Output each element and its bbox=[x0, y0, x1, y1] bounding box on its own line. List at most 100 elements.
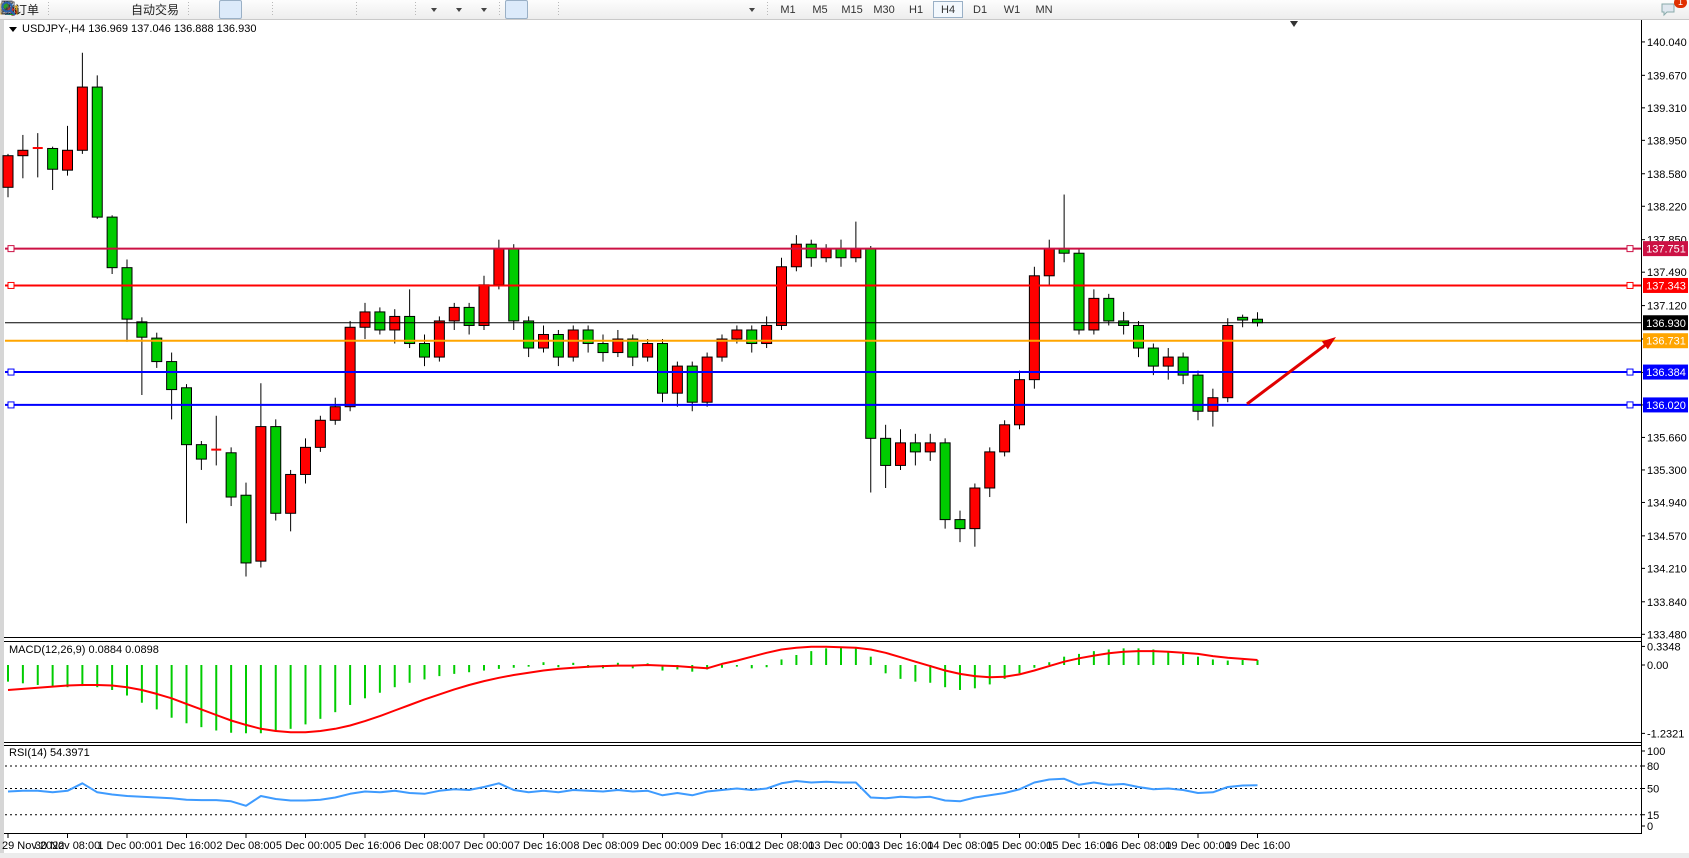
svg-text:13 Dec 16:00: 13 Dec 16:00 bbox=[868, 840, 933, 852]
horn-button[interactable] bbox=[54, 0, 77, 19]
autoscroll-button[interactable] bbox=[362, 0, 385, 19]
line-handle[interactable] bbox=[8, 282, 14, 288]
label-button[interactable]: T bbox=[714, 0, 737, 19]
arrows-button[interactable] bbox=[739, 0, 762, 19]
svg-text:50: 50 bbox=[1647, 784, 1659, 796]
search-icon bbox=[0, 0, 17, 17]
line-handle[interactable] bbox=[8, 369, 14, 375]
svg-text:15 Dec 16:00: 15 Dec 16:00 bbox=[1046, 840, 1111, 852]
svg-text:139.310: 139.310 bbox=[1647, 103, 1687, 115]
svg-text:9 Dec 16:00: 9 Dec 16:00 bbox=[692, 840, 751, 852]
chevron-down-icon bbox=[456, 8, 462, 12]
templates-button[interactable] bbox=[471, 0, 494, 19]
separator bbox=[46, 2, 51, 17]
timeframe-w1[interactable]: W1 bbox=[997, 1, 1027, 18]
line-handle[interactable] bbox=[1627, 369, 1633, 375]
chart-canvas[interactable]: 140.040139.670139.310138.950138.580138.2… bbox=[0, 0, 1689, 858]
chevron-down-icon bbox=[749, 8, 755, 12]
svg-text:135.300: 135.300 bbox=[1647, 465, 1687, 477]
community-button[interactable] bbox=[79, 0, 102, 19]
svg-text:6 Dec 08:00: 6 Dec 08:00 bbox=[395, 840, 454, 852]
svg-text:138.950: 138.950 bbox=[1647, 135, 1687, 147]
rsi-label: RSI(14) 54.3971 bbox=[9, 747, 90, 759]
timeframe-d1[interactable]: D1 bbox=[965, 1, 995, 18]
svg-text:134.210: 134.210 bbox=[1647, 563, 1687, 575]
fibonacci-button[interactable]: F bbox=[664, 0, 687, 19]
crosshair-button[interactable] bbox=[530, 0, 553, 19]
price-axis[interactable]: 140.040139.670139.310138.950138.580138.2… bbox=[1641, 20, 1689, 834]
line-handle[interactable] bbox=[1627, 402, 1633, 408]
svg-text:100: 100 bbox=[1647, 746, 1665, 758]
svg-text:1 Dec 00:00: 1 Dec 00:00 bbox=[97, 840, 156, 852]
timeframe-h1[interactable]: H1 bbox=[901, 1, 931, 18]
svg-text:-1.2321: -1.2321 bbox=[1647, 728, 1684, 740]
line-handle[interactable] bbox=[8, 246, 14, 252]
svg-text:136.384: 136.384 bbox=[1646, 367, 1686, 379]
cursor-button[interactable] bbox=[505, 0, 528, 19]
svg-text:0.3348: 0.3348 bbox=[1647, 641, 1681, 653]
chart-title-bar[interactable]: USDJPY-,H4 136.969 137.046 136.888 136.9… bbox=[9, 23, 256, 35]
macd-label: MACD(12,26,9) 0.0884 0.0898 bbox=[9, 644, 159, 656]
text-button[interactable]: A bbox=[689, 0, 712, 19]
svg-text:139.670: 139.670 bbox=[1647, 70, 1687, 82]
svg-text:136.930: 136.930 bbox=[1646, 318, 1686, 330]
search-button[interactable] bbox=[1634, 0, 1657, 19]
autotrading-button[interactable]: 自动交易 bbox=[129, 0, 183, 19]
line-handle[interactable] bbox=[8, 402, 14, 408]
line-handle[interactable] bbox=[1627, 246, 1633, 252]
svg-text:2 Dec 08:00: 2 Dec 08:00 bbox=[216, 840, 275, 852]
svg-text:136.731: 136.731 bbox=[1646, 336, 1686, 348]
svg-text:19 Dec 00:00: 19 Dec 00:00 bbox=[1165, 840, 1230, 852]
timeframe-m15[interactable]: M15 bbox=[837, 1, 867, 18]
svg-text:138.220: 138.220 bbox=[1647, 201, 1687, 213]
timeframe-h4[interactable]: H4 bbox=[933, 1, 963, 18]
line-handle[interactable] bbox=[1627, 282, 1633, 288]
svg-text:9 Dec 00:00: 9 Dec 00:00 bbox=[633, 840, 692, 852]
separator bbox=[556, 2, 561, 17]
timeframe-m5[interactable]: M5 bbox=[805, 1, 835, 18]
svg-text:8 Dec 08:00: 8 Dec 08:00 bbox=[573, 840, 632, 852]
chart-shift-button[interactable] bbox=[387, 0, 410, 19]
separator bbox=[354, 2, 359, 17]
svg-text:13 Dec 00:00: 13 Dec 00:00 bbox=[808, 840, 873, 852]
svg-text:137.490: 137.490 bbox=[1647, 267, 1687, 279]
separator bbox=[413, 2, 418, 17]
trendline-button[interactable] bbox=[614, 0, 637, 19]
svg-text:12 Dec 08:00: 12 Dec 08:00 bbox=[749, 840, 814, 852]
svg-text:16 Dec 08:00: 16 Dec 08:00 bbox=[1106, 840, 1171, 852]
timeframe-group: M1M5M15M30H1H4D1W1MN bbox=[772, 0, 1060, 19]
horizontal-line-button[interactable] bbox=[589, 0, 612, 19]
svg-text:5 Dec 16:00: 5 Dec 16:00 bbox=[335, 840, 394, 852]
symbol-dropdown-icon[interactable] bbox=[9, 27, 17, 32]
tile-windows-button[interactable] bbox=[328, 0, 351, 19]
periods-button[interactable] bbox=[446, 0, 469, 19]
svg-text:15 Dec 00:00: 15 Dec 00:00 bbox=[987, 840, 1052, 852]
svg-text:137.343: 137.343 bbox=[1646, 280, 1686, 292]
svg-text:7 Dec 00:00: 7 Dec 00:00 bbox=[454, 840, 513, 852]
svg-text:19 Dec 16:00: 19 Dec 16:00 bbox=[1225, 840, 1290, 852]
timeframe-m30[interactable]: M30 bbox=[869, 1, 899, 18]
zoom-in-button[interactable] bbox=[278, 0, 301, 19]
separator bbox=[270, 2, 275, 17]
svg-text:137.120: 137.120 bbox=[1647, 301, 1687, 313]
channel-button[interactable]: E bbox=[639, 0, 662, 19]
candlestick-chart-button[interactable] bbox=[219, 0, 242, 19]
timeframe-mn[interactable]: MN bbox=[1029, 1, 1059, 18]
chevron-down-icon bbox=[481, 8, 487, 12]
bar-chart-button[interactable] bbox=[194, 0, 217, 19]
zoom-out-button[interactable] bbox=[303, 0, 326, 19]
svg-text:80: 80 bbox=[1647, 761, 1659, 773]
chevron-down-icon bbox=[431, 8, 437, 12]
vertical-line-button[interactable] bbox=[564, 0, 587, 19]
svg-text:14 Dec 08:00: 14 Dec 08:00 bbox=[927, 840, 992, 852]
svg-text:5 Dec 00:00: 5 Dec 00:00 bbox=[276, 840, 335, 852]
line-chart-button[interactable] bbox=[244, 0, 267, 19]
signals-button[interactable] bbox=[104, 0, 127, 19]
svg-text:0: 0 bbox=[1647, 821, 1653, 833]
svg-text:137.751: 137.751 bbox=[1646, 244, 1686, 256]
notification-badge: 1 bbox=[1674, 0, 1687, 8]
notifications-button[interactable]: 1 bbox=[1659, 0, 1682, 19]
indicators-button[interactable] bbox=[421, 0, 444, 19]
timeframe-m1[interactable]: M1 bbox=[773, 1, 803, 18]
svg-text:138.580: 138.580 bbox=[1647, 169, 1687, 181]
